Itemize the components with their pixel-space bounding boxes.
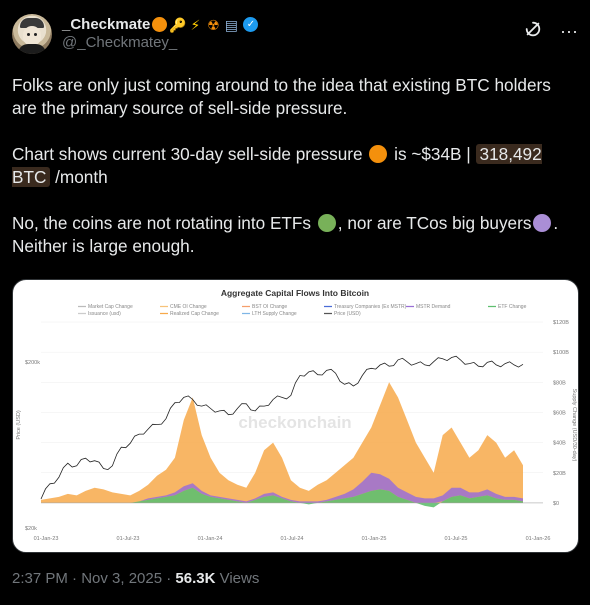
avatar[interactable] — [12, 14, 52, 54]
chart-areas — [41, 382, 543, 508]
y-left-tick-label: $200k — [25, 360, 40, 366]
y-right-tick-label: $120B — [553, 320, 569, 326]
legend-entry: Price (USD) — [334, 311, 361, 317]
y-right-tick-label: $60B — [553, 410, 566, 416]
purple-circle-icon — [533, 214, 552, 232]
tweet-text-span: is ~$34B | — [389, 144, 476, 164]
x-tick-label: 01-Jul-24 — [281, 536, 304, 542]
y-right-tick-label: $80B — [553, 380, 566, 386]
views-label: Views — [215, 570, 260, 587]
y-axis-right-label: Supply Change (USD/30-day) — [571, 389, 577, 462]
timestamp[interactable]: 2:37 PM · Nov 3, 2025 · — [12, 570, 175, 587]
more-options-icon[interactable]: ··· — [560, 21, 578, 42]
legend-entry: Issuance (usd) — [88, 311, 121, 317]
key-icon: 🔑 — [169, 16, 187, 33]
grok-icon[interactable] — [524, 20, 542, 43]
tweet-header: _Checkmate 🔑 ⚡ ☢ ▤ ✓ @_Checkmatey_ ··· — [12, 14, 578, 62]
views-count: 56.3K — [175, 570, 216, 587]
tweet-text-span: /month — [50, 167, 108, 187]
display-name[interactable]: _Checkmate — [62, 16, 150, 33]
legend-entry: Market Cap Change — [88, 304, 133, 310]
chart-title: Aggregate Capital Flows Into Bitcoin — [221, 288, 369, 298]
legend-entry: CME OI Change — [170, 304, 207, 310]
tweet-paragraph-2: Chart shows current 30-day sell-side pre… — [12, 143, 572, 189]
chart-svg: Aggregate Capital Flows Into Bitcoin Mar… — [16, 288, 577, 542]
legend-entry: Realized Cap Change — [170, 311, 219, 317]
verified-badge-icon: ✓ — [243, 17, 259, 32]
x-tick-label: 01-Jan-26 — [526, 536, 551, 542]
tweet-paragraph-3: No, the coins are not rotating into ETFs… — [12, 212, 572, 258]
lightning-icon: ⚡ — [190, 16, 201, 33]
chart-image[interactable]: Aggregate Capital Flows Into Bitcoin Mar… — [12, 279, 579, 553]
chart-watermark: checkonchain — [238, 413, 351, 432]
author-names[interactable]: _Checkmate 🔑 ⚡ ☢ ▤ ✓ @_Checkmatey_ — [62, 16, 259, 51]
tweet-text: Folks are only just coming around to the… — [12, 74, 572, 281]
x-axis-ticks: 01-Jan-23 01-Jul-23 01-Jan-24 01-Jul-24 01-J… — [34, 536, 551, 542]
y-axis-left-label: Price (USD) — [16, 410, 22, 440]
chart-legend: Market Cap Change CME OI Change BST OI Cha… — [78, 304, 527, 317]
legend-entry: ETF Change — [498, 304, 527, 310]
y-right-tick-label: $100B — [553, 350, 569, 356]
author-handle[interactable]: @_Checkmatey_ — [62, 34, 258, 51]
legend-entry: BST OI Change — [252, 304, 287, 310]
orange-circle-icon — [152, 17, 168, 32]
tweet-text-span: Chart shows current 30-day sell-side pre… — [12, 144, 368, 164]
x-tick-label: 01-Jul-25 — [445, 536, 468, 542]
y-left-tick-label: $20k — [25, 526, 37, 532]
tweet-text-span: No, the coins are not rotating into ETFs — [12, 213, 316, 233]
x-tick-label: 01-Jan-24 — [198, 536, 223, 542]
x-tick-label: 01-Jan-23 — [34, 536, 59, 542]
legend-entry: MSTR Demand — [416, 304, 451, 310]
tweet-paragraph-1: Folks are only just coming around to the… — [12, 75, 551, 118]
x-tick-label: 01-Jan-25 — [362, 536, 387, 542]
x-tick-label: 01-Jul-23 — [117, 536, 140, 542]
y-right-tick-label: $0 — [553, 501, 559, 507]
legend-entry: Treasury Companies (Ex MSTR) — [334, 304, 407, 310]
tweet-meta: 2:37 PM · Nov 3, 2025 · 56.3K Views — [12, 570, 259, 587]
display-name-row[interactable]: _Checkmate 🔑 ⚡ ☢ ▤ ✓ — [62, 16, 259, 33]
database-icon: ▤ — [224, 16, 238, 33]
orange-circle-icon — [369, 145, 388, 163]
tweet-text-span: , nor are TCos big buyers — [337, 213, 532, 233]
y-right-tick-label: $20B — [553, 471, 566, 477]
radioactive-icon: ☢ — [207, 16, 220, 33]
green-circle-icon — [317, 214, 336, 232]
y-right-tick-label: $40B — [553, 441, 566, 447]
legend-entry: LTH Supply Change — [252, 311, 297, 317]
